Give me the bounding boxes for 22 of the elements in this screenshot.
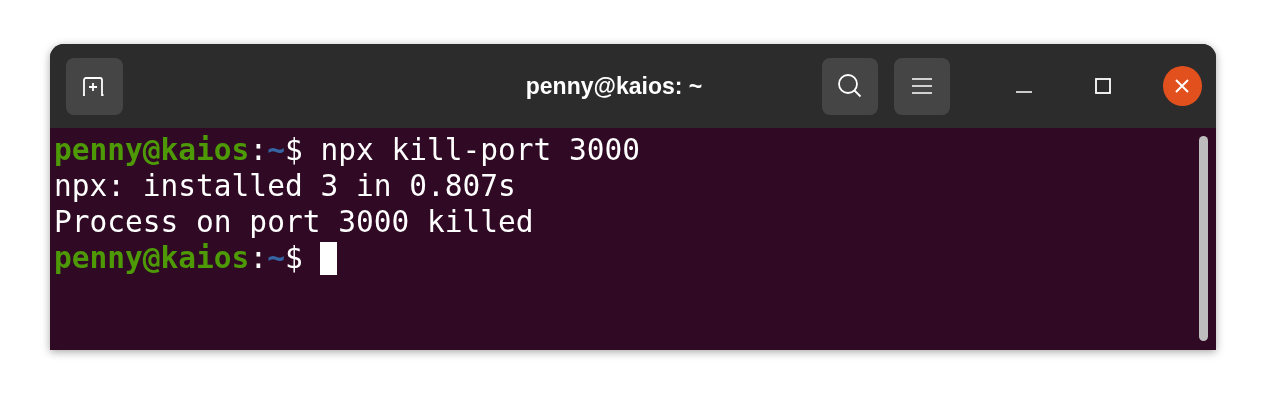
search-button[interactable] [822,57,878,115]
terminal-text: $ [284,240,304,276]
path-text: ~ [267,132,285,168]
menu-icon [911,76,934,96]
close-button[interactable] [1162,66,1202,106]
terminal-text: npx: installed 3 in 0.807s [54,168,516,204]
terminal-text: Process on port 3000 killed [54,204,534,240]
user-host-text: penny@kaios [54,240,250,276]
terminal-text: : [249,132,268,168]
user-host-text: penny@kaios [54,132,250,168]
new-tab-button[interactable] [66,57,123,115]
scrollbar[interactable] [1199,136,1208,341]
menu-button[interactable] [894,57,951,115]
terminal-text: : [249,240,268,276]
maximize-icon [1094,77,1112,95]
terminal-text: $ npx kill-port 3000 [284,132,641,168]
minimize-icon [1015,91,1032,93]
window-title: penny@kaios: ~ [525,72,703,100]
terminal-area[interactable]: penny@kaios:~$ npx kill-port 3000 npx: installed 3 in 0.807s Process on port 3000 killed penny@kaios:~$ [50,128,1216,350]
close-icon [1173,77,1192,95]
search-icon [836,72,864,100]
path-text: ~ [267,240,285,276]
